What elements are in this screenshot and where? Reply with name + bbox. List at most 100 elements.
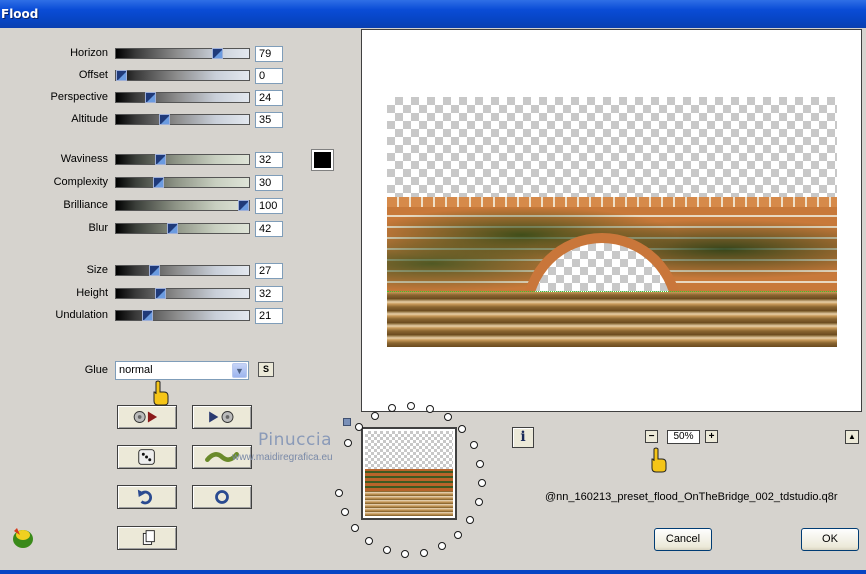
copy-button[interactable]	[117, 526, 177, 550]
glue-select[interactable]: normal ▼	[115, 361, 249, 380]
perspective-value[interactable]: 24	[255, 90, 283, 106]
undulation-slider[interactable]	[115, 310, 250, 321]
cancel-button[interactable]: Cancel	[654, 528, 712, 551]
s-button[interactable]: S	[258, 362, 274, 377]
height-slider[interactable]	[115, 288, 250, 299]
slider-thumb[interactable]	[238, 200, 249, 211]
undo-button[interactable]	[117, 485, 177, 509]
zoom-in-button[interactable]: +	[705, 430, 718, 443]
size-value[interactable]: 27	[255, 263, 283, 279]
thumb-bridge	[365, 469, 453, 491]
reset-button[interactable]	[192, 485, 252, 509]
zoom-out-button[interactable]: −	[645, 430, 658, 443]
dial-dot[interactable]	[383, 546, 391, 554]
horizon-label: Horizon	[70, 47, 108, 59]
dial-dot[interactable]	[371, 412, 379, 420]
ring-icon	[215, 490, 229, 504]
title-bar: Flood	[0, 0, 866, 28]
preview-canvas[interactable]	[361, 29, 862, 412]
blur-slider[interactable]	[115, 223, 250, 234]
slider-thumb[interactable]	[212, 48, 223, 59]
perspective-slider[interactable]	[115, 92, 250, 103]
offset-value[interactable]: 0	[255, 68, 283, 84]
slider-thumb[interactable]	[116, 70, 127, 81]
complexity-value[interactable]: 30	[255, 175, 283, 191]
altitude-slider[interactable]	[115, 114, 250, 125]
navigator-thumbnail[interactable]	[361, 427, 457, 520]
glue-label: Glue	[84, 364, 108, 376]
waviness-slider[interactable]	[115, 154, 250, 165]
dial-dot[interactable]	[476, 460, 484, 468]
glue-selected-value: normal	[119, 364, 153, 376]
offset-label: Offset	[78, 69, 108, 81]
horizon-slider[interactable]	[115, 48, 250, 59]
slider-thumb[interactable]	[155, 154, 166, 165]
dial-dot[interactable]	[351, 524, 359, 532]
dial-dot[interactable]	[426, 405, 434, 413]
blur-label: Blur	[88, 222, 108, 234]
watermark-text: Pinuccia	[258, 430, 332, 450]
dial-dot[interactable]	[458, 425, 466, 433]
play-reset-icon	[209, 411, 234, 423]
height-value[interactable]: 32	[255, 286, 283, 302]
dial-dot[interactable]	[388, 404, 396, 412]
zoom-level[interactable]: 50%	[667, 430, 700, 444]
chevron-down-icon[interactable]: ▼	[232, 363, 247, 378]
dial-dot[interactable]	[475, 498, 483, 506]
size-slider[interactable]	[115, 265, 250, 276]
complexity-slider[interactable]	[115, 177, 250, 188]
altitude-value[interactable]: 35	[255, 112, 283, 128]
waviness-value[interactable]: 32	[255, 152, 283, 168]
dial-dot[interactable]	[470, 441, 478, 449]
info-button[interactable]: i	[512, 427, 534, 448]
navigator-handle[interactable]	[343, 418, 351, 426]
bridge-wall	[387, 197, 837, 292]
dial-dot[interactable]	[341, 508, 349, 516]
blur-value[interactable]: 42	[255, 221, 283, 237]
dial-dot[interactable]	[344, 439, 352, 447]
dial-dot[interactable]	[355, 423, 363, 431]
window-title: Flood	[1, 7, 39, 21]
logo-icon	[13, 528, 33, 548]
dial-dot[interactable]	[444, 413, 452, 421]
brilliance-value[interactable]: 100	[255, 198, 283, 214]
horizon-guide-line	[387, 291, 837, 292]
undulation-value[interactable]: 21	[255, 308, 283, 324]
collapse-button[interactable]: ▲	[845, 430, 859, 444]
brilliance-label: Brilliance	[63, 199, 108, 211]
dial-dot[interactable]	[466, 516, 474, 524]
dial-dot[interactable]	[454, 531, 462, 539]
dial-dot[interactable]	[407, 402, 415, 410]
slider-thumb[interactable]	[155, 288, 166, 299]
undo-icon	[137, 489, 152, 505]
horizon-value[interactable]: 79	[255, 46, 283, 62]
brilliance-slider[interactable]	[115, 200, 250, 211]
dial-dot[interactable]	[335, 489, 343, 497]
waviness-label: Waviness	[60, 153, 108, 165]
pointer-hand-icon	[153, 380, 169, 406]
reset-play-icon	[133, 411, 158, 423]
slider-thumb[interactable]	[142, 310, 153, 321]
dial-dot[interactable]	[438, 542, 446, 550]
dial-dot[interactable]	[420, 549, 428, 557]
slider-thumb[interactable]	[149, 265, 160, 276]
offset-slider[interactable]	[115, 70, 250, 81]
watermark-url: www.maidiregrafica.eu	[232, 452, 333, 463]
pointer-hand-icon	[651, 447, 667, 473]
dial-dot[interactable]	[478, 479, 486, 487]
play-reset-button[interactable]	[117, 405, 177, 429]
size-label: Size	[86, 264, 108, 276]
dial-dot[interactable]	[401, 550, 409, 558]
randomize-button[interactable]	[117, 445, 177, 469]
slider-thumb[interactable]	[159, 114, 170, 125]
thumb-water	[365, 491, 453, 516]
dial-dot[interactable]	[365, 537, 373, 545]
ok-button[interactable]: OK	[801, 528, 859, 551]
apply-next-button[interactable]	[192, 405, 252, 429]
slider-thumb[interactable]	[153, 177, 164, 188]
altitude-label: Altitude	[71, 113, 108, 125]
slider-thumb[interactable]	[167, 223, 178, 234]
color-swatch[interactable]	[311, 149, 334, 171]
window-bottom-border	[0, 570, 866, 574]
slider-thumb[interactable]	[145, 92, 156, 103]
